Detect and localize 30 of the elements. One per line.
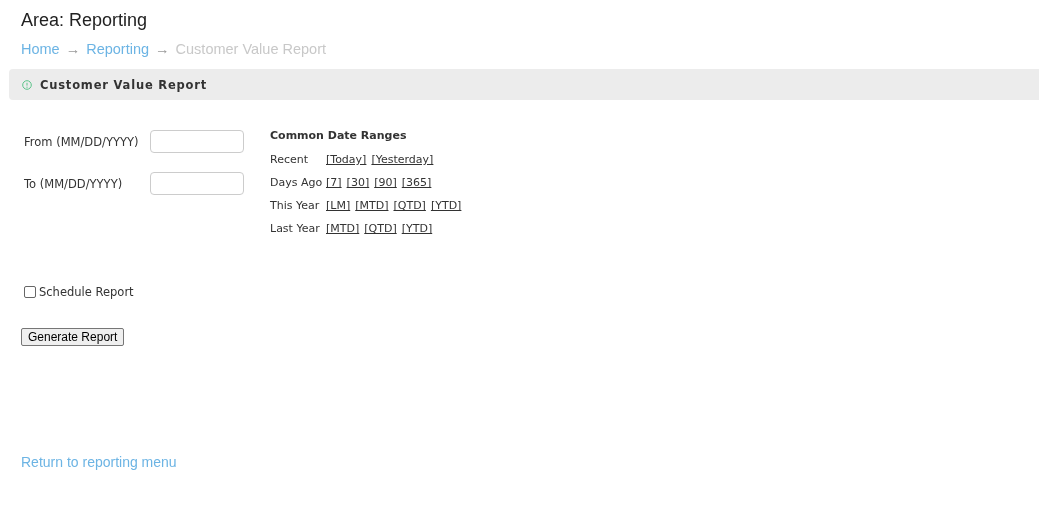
- date-range-link[interactable]: [Today]: [326, 151, 367, 168]
- date-range-link[interactable]: [QTD]: [393, 197, 426, 214]
- date-range-link[interactable]: [7]: [326, 174, 342, 191]
- date-input[interactable]: [150, 130, 244, 153]
- checkbox-label: Schedule Report: [39, 285, 134, 299]
- date-range-link[interactable]: [90]: [374, 174, 397, 191]
- date-range-link[interactable]: [LM]: [326, 197, 351, 214]
- range-label: Last Year: [270, 221, 321, 237]
- area-title: Area: Reporting: [21, 9, 149, 32]
- date-range-link[interactable]: [365]: [401, 174, 432, 191]
- field-label: To (MM/DD/YYYY): [24, 176, 124, 191]
- date-range-link[interactable]: [Yesterday]: [371, 151, 434, 168]
- date-input[interactable]: [150, 172, 244, 195]
- generate-report-button[interactable]: Generate Report: [21, 328, 125, 346]
- checkbox[interactable]: [24, 286, 36, 298]
- date-ranges-title: Common Date Ranges: [270, 130, 408, 142]
- date-range-link[interactable]: [QTD]: [364, 220, 397, 237]
- date-range-link[interactable]: [MTD]: [355, 197, 389, 214]
- breadcrumb-separator: →: [65, 40, 81, 58]
- date-range-link[interactable]: [YTD]: [430, 197, 462, 214]
- panel-title: Customer Value Report: [40, 77, 208, 92]
- range-label: Recent: [270, 152, 310, 168]
- date-range-link[interactable]: [30]: [346, 174, 370, 191]
- field-label: From (MM/DD/YYYY): [24, 134, 140, 149]
- range-label: This Year: [270, 198, 321, 214]
- date-range-link[interactable]: [YTD]: [401, 220, 433, 237]
- date-range-link[interactable]: [MTD]: [326, 220, 360, 237]
- info-icon: [22, 79, 32, 90]
- range-label: Days Ago: [270, 175, 321, 191]
- breadcrumb-separator: →: [155, 40, 170, 58]
